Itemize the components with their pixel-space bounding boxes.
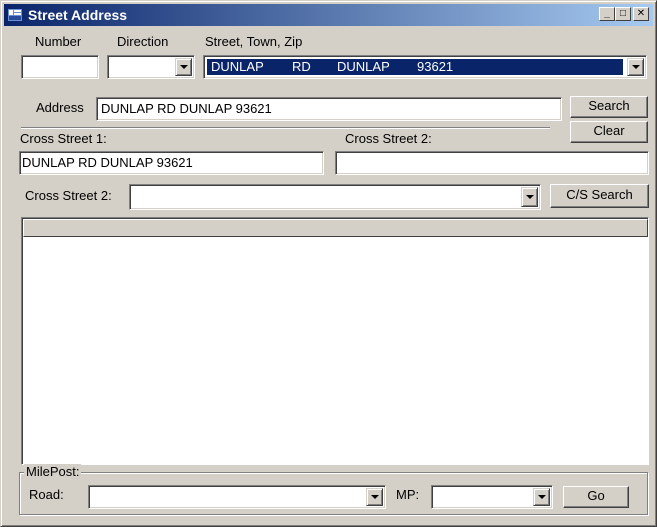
address-input[interactable]: DUNLAP RD DUNLAP 93621 [96,97,562,121]
number-input[interactable] [21,55,99,79]
search-button[interactable]: Search [570,96,648,118]
milepost-group-title: MilePost: [24,464,82,479]
cross-street-2-input[interactable] [335,151,649,175]
clear-button[interactable]: Clear [570,121,648,143]
street-town-zip-label: Street, Town, Zip [205,34,303,49]
cross-street-2-dropdown-button[interactable] [521,187,538,207]
cross-street-2-select[interactable] [129,184,541,210]
mp-dropdown-button[interactable] [533,488,550,506]
street-address-window: Street Address _ □ ✕ Number Direction St… [0,0,657,527]
chevron-down-icon [538,495,546,499]
cross-street-1-input[interactable]: DUNLAP RD DUNLAP 93621 [19,151,324,175]
street-dropdown-button[interactable] [627,58,644,76]
cross-street-2-header-label: Cross Street 2: [345,131,432,146]
title-bar[interactable]: Street Address _ □ ✕ [4,4,653,26]
street-name: DUNLAP [211,59,264,74]
road-label: Road: [29,487,64,502]
go-button[interactable]: Go [563,486,629,508]
window-title: Street Address [28,7,128,23]
chevron-down-icon [632,65,640,69]
address-value: DUNLAP RD DUNLAP 93621 [101,101,272,116]
chevron-down-icon [180,65,188,69]
direction-select[interactable] [107,55,195,79]
mp-label: MP: [396,487,420,502]
street-type: RD [292,59,311,74]
cross-street-1-value: DUNLAP RD DUNLAP 93621 [22,155,193,170]
direction-label: Direction [117,34,169,49]
maximize-button[interactable]: □ [615,7,631,21]
chevron-down-icon [526,195,534,199]
results-list[interactable] [21,217,649,465]
cross-street-2-select-label: Cross Street 2: [25,188,112,203]
minimize-button[interactable]: _ [599,7,615,21]
address-label: Address [36,100,84,115]
cross-street-1-label: Cross Street 1: [20,131,107,146]
cs-search-button[interactable]: C/S Search [550,184,649,208]
road-select[interactable] [88,485,386,509]
results-list-header[interactable] [23,219,648,237]
app-icon [8,9,22,21]
separator [21,127,550,129]
street-town: DUNLAP [337,59,390,74]
close-button[interactable]: ✕ [633,7,649,21]
street-zip: 93621 [417,59,454,74]
chevron-down-icon [371,495,379,499]
road-dropdown-button[interactable] [366,488,383,506]
direction-dropdown-button[interactable] [175,58,192,76]
number-label: Number [35,34,82,49]
street-town-zip-select[interactable]: DUNLAP RD DUNLAP 93621 [203,55,647,79]
mp-select[interactable] [431,485,553,509]
street-selection: DUNLAP RD DUNLAP 93621 [207,59,623,75]
